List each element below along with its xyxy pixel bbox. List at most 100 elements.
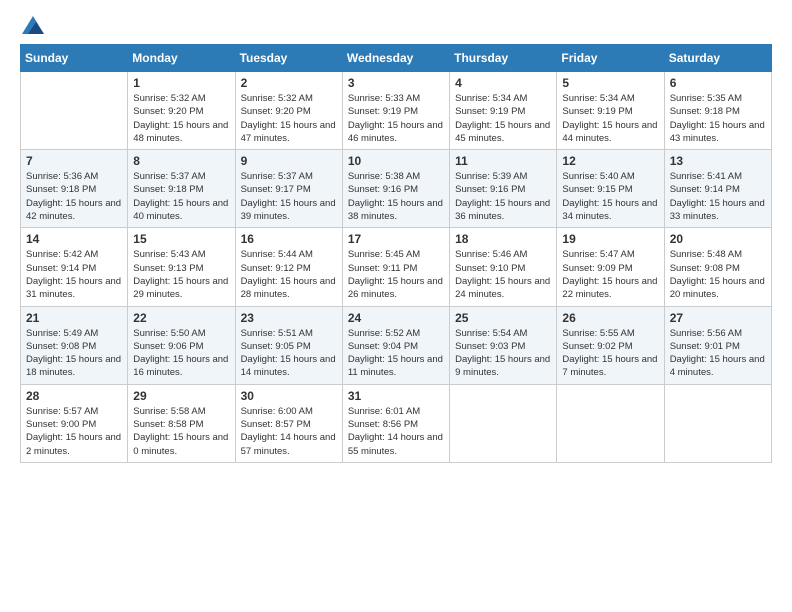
weekday-header-tuesday: Tuesday [235,45,342,72]
calendar-cell: 18 Sunrise: 5:46 AM Sunset: 9:10 PM Dayli… [450,228,557,306]
calendar-cell: 23 Sunrise: 5:51 AM Sunset: 9:05 PM Dayli… [235,306,342,384]
calendar-cell: 30Sunrise: 6:00 AM Sunset: 8:57 PM Dayli… [235,384,342,462]
calendar-cell: 4 Sunrise: 5:34 AM Sunset: 9:19 PM Daylig… [450,72,557,150]
calendar-cell: 10 Sunrise: 5:38 AM Sunset: 9:16 PM Dayli… [342,150,449,228]
calendar-cell [557,384,664,462]
day-number: 25 [455,311,551,325]
day-number: 22 [133,311,229,325]
day-info: Sunrise: 6:01 AM Sunset: 8:56 PM Dayligh… [348,405,444,458]
calendar-cell: 14 Sunrise: 5:42 AM Sunset: 9:14 PM Dayli… [21,228,128,306]
day-info: Sunrise: 5:39 AM Sunset: 9:16 PM Dayligh… [455,170,551,223]
calendar-cell: 27 Sunrise: 5:56 AM Sunset: 9:01 PM Dayli… [664,306,771,384]
day-info: Sunrise: 5:38 AM Sunset: 9:16 PM Dayligh… [348,170,444,223]
calendar-cell [450,384,557,462]
day-info: Sunrise: 5:37 AM Sunset: 9:17 PM Dayligh… [241,170,337,223]
calendar-cell: 31 Sunrise: 6:01 AM Sunset: 8:56 PM Dayli… [342,384,449,462]
day-info: Sunrise: 5:58 AM Sunset: 8:58 PM Dayligh… [133,405,229,458]
day-info: Sunrise: 5:47 AM Sunset: 9:09 PM Dayligh… [562,248,658,301]
day-info: Sunrise: 5:42 AM Sunset: 9:14 PM Dayligh… [26,248,122,301]
calendar-cell: 21 Sunrise: 5:49 AM Sunset: 9:08 PM Dayli… [21,306,128,384]
weekday-header-wednesday: Wednesday [342,45,449,72]
day-info: Sunrise: 5:56 AM Sunset: 9:01 PM Dayligh… [670,327,766,380]
calendar-cell: 12Sunrise: 5:40 AM Sunset: 9:15 PM Dayli… [557,150,664,228]
day-number: 1 [133,76,229,90]
day-info: Sunrise: 5:52 AM Sunset: 9:04 PM Dayligh… [348,327,444,380]
day-number: 2 [241,76,337,90]
day-info: Sunrise: 5:34 AM Sunset: 9:19 PM Dayligh… [562,92,658,145]
calendar-cell: 28 Sunrise: 5:57 AM Sunset: 9:00 PM Dayli… [21,384,128,462]
day-number: 21 [26,311,122,325]
calendar-week-row: 1 Sunrise: 5:32 AM Sunset: 9:20 PM Daylig… [21,72,772,150]
calendar-cell: 17Sunrise: 5:45 AM Sunset: 9:11 PM Dayli… [342,228,449,306]
calendar-header-row: SundayMondayTuesdayWednesdayThursdayFrid… [21,45,772,72]
calendar-cell: 9Sunrise: 5:37 AM Sunset: 9:17 PM Daylig… [235,150,342,228]
calendar-cell: 8 Sunrise: 5:37 AM Sunset: 9:18 PM Daylig… [128,150,235,228]
calendar-week-row: 7Sunrise: 5:36 AM Sunset: 9:18 PM Daylig… [21,150,772,228]
calendar-cell: 5 Sunrise: 5:34 AM Sunset: 9:19 PM Daylig… [557,72,664,150]
day-info: Sunrise: 5:55 AM Sunset: 9:02 PM Dayligh… [562,327,658,380]
calendar-cell: 19 Sunrise: 5:47 AM Sunset: 9:09 PM Dayli… [557,228,664,306]
logo [20,16,44,34]
day-info: Sunrise: 5:43 AM Sunset: 9:13 PM Dayligh… [133,248,229,301]
day-number: 11 [455,154,551,168]
calendar-week-row: 28 Sunrise: 5:57 AM Sunset: 9:00 PM Dayli… [21,384,772,462]
day-number: 27 [670,311,766,325]
day-info: Sunrise: 5:40 AM Sunset: 9:15 PM Dayligh… [562,170,658,223]
day-number: 4 [455,76,551,90]
calendar-cell: 24 Sunrise: 5:52 AM Sunset: 9:04 PM Dayli… [342,306,449,384]
day-number: 5 [562,76,658,90]
day-number: 24 [348,311,444,325]
day-info: Sunrise: 5:36 AM Sunset: 9:18 PM Dayligh… [26,170,122,223]
day-info: Sunrise: 5:48 AM Sunset: 9:08 PM Dayligh… [670,248,766,301]
day-number: 26 [562,311,658,325]
calendar-table: SundayMondayTuesdayWednesdayThursdayFrid… [20,44,772,463]
day-info: Sunrise: 5:57 AM Sunset: 9:00 PM Dayligh… [26,405,122,458]
calendar-cell: 13 Sunrise: 5:41 AM Sunset: 9:14 PM Dayli… [664,150,771,228]
calendar-cell: 11 Sunrise: 5:39 AM Sunset: 9:16 PM Dayli… [450,150,557,228]
day-info: Sunrise: 5:44 AM Sunset: 9:12 PM Dayligh… [241,248,337,301]
day-number: 13 [670,154,766,168]
day-info: Sunrise: 5:50 AM Sunset: 9:06 PM Dayligh… [133,327,229,380]
day-number: 19 [562,232,658,246]
day-number: 23 [241,311,337,325]
calendar-cell: 6Sunrise: 5:35 AM Sunset: 9:18 PM Daylig… [664,72,771,150]
calendar-cell [21,72,128,150]
day-number: 29 [133,389,229,403]
calendar-week-row: 14 Sunrise: 5:42 AM Sunset: 9:14 PM Dayli… [21,228,772,306]
calendar-cell: 1 Sunrise: 5:32 AM Sunset: 9:20 PM Daylig… [128,72,235,150]
calendar-cell: 25 Sunrise: 5:54 AM Sunset: 9:03 PM Dayli… [450,306,557,384]
calendar-cell: 7Sunrise: 5:36 AM Sunset: 9:18 PM Daylig… [21,150,128,228]
day-number: 18 [455,232,551,246]
day-info: Sunrise: 5:45 AM Sunset: 9:11 PM Dayligh… [348,248,444,301]
weekday-header-friday: Friday [557,45,664,72]
weekday-header-saturday: Saturday [664,45,771,72]
calendar-cell: 20 Sunrise: 5:48 AM Sunset: 9:08 PM Dayli… [664,228,771,306]
day-info: Sunrise: 6:00 AM Sunset: 8:57 PM Dayligh… [241,405,337,458]
weekday-header-thursday: Thursday [450,45,557,72]
day-number: 6 [670,76,766,90]
calendar-cell [664,384,771,462]
weekday-header-monday: Monday [128,45,235,72]
calendar-cell: 26 Sunrise: 5:55 AM Sunset: 9:02 PM Dayli… [557,306,664,384]
day-number: 14 [26,232,122,246]
day-info: Sunrise: 5:54 AM Sunset: 9:03 PM Dayligh… [455,327,551,380]
day-number: 10 [348,154,444,168]
calendar-cell: 22 Sunrise: 5:50 AM Sunset: 9:06 PM Dayli… [128,306,235,384]
calendar-cell: 2Sunrise: 5:32 AM Sunset: 9:20 PM Daylig… [235,72,342,150]
day-info: Sunrise: 5:32 AM Sunset: 9:20 PM Dayligh… [133,92,229,145]
day-info: Sunrise: 5:51 AM Sunset: 9:05 PM Dayligh… [241,327,337,380]
day-number: 8 [133,154,229,168]
day-info: Sunrise: 5:37 AM Sunset: 9:18 PM Dayligh… [133,170,229,223]
calendar-cell: 29 Sunrise: 5:58 AM Sunset: 8:58 PM Dayli… [128,384,235,462]
day-info: Sunrise: 5:46 AM Sunset: 9:10 PM Dayligh… [455,248,551,301]
day-info: Sunrise: 5:49 AM Sunset: 9:08 PM Dayligh… [26,327,122,380]
day-number: 28 [26,389,122,403]
day-info: Sunrise: 5:34 AM Sunset: 9:19 PM Dayligh… [455,92,551,145]
day-number: 16 [241,232,337,246]
day-number: 20 [670,232,766,246]
day-number: 31 [348,389,444,403]
header [20,16,772,34]
day-number: 3 [348,76,444,90]
calendar-week-row: 21 Sunrise: 5:49 AM Sunset: 9:08 PM Dayli… [21,306,772,384]
day-info: Sunrise: 5:41 AM Sunset: 9:14 PM Dayligh… [670,170,766,223]
